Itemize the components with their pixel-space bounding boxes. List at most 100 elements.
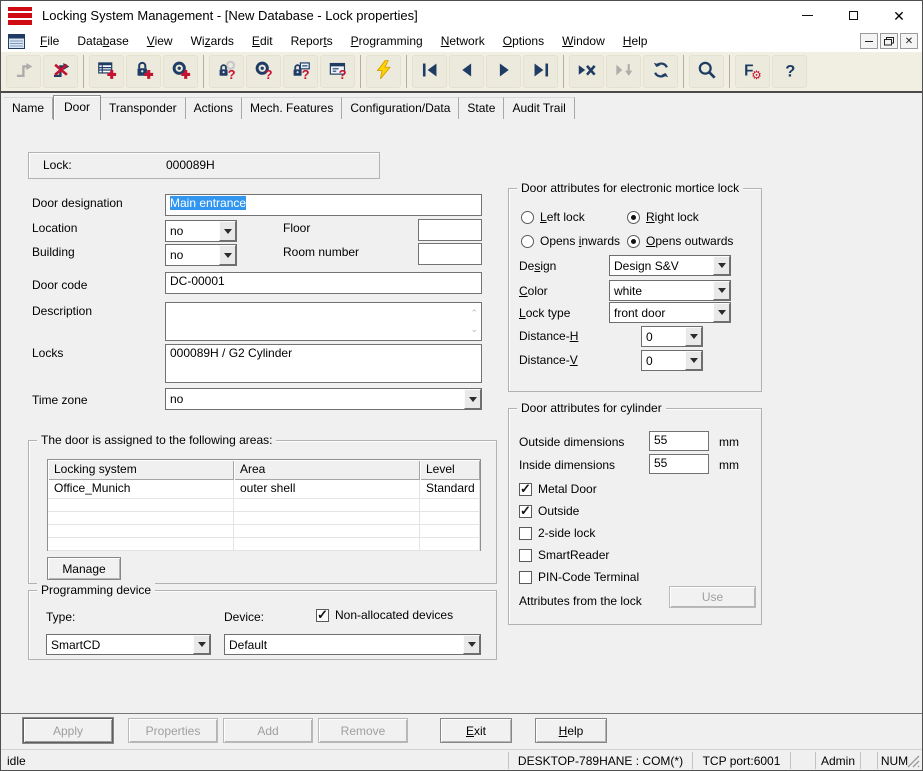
lock-frame: Lock: 000089H bbox=[28, 152, 380, 179]
chevron-down-icon[interactable] bbox=[685, 351, 702, 370]
toolbar-delete-record-button[interactable] bbox=[569, 55, 604, 88]
description-textarea[interactable]: ⌃ ⌄ bbox=[165, 302, 482, 341]
tab-door[interactable]: Door bbox=[53, 95, 101, 120]
time-zone-select[interactable]: no bbox=[165, 388, 482, 410]
toolbar-sort-records-button[interactable] bbox=[606, 55, 641, 88]
menu-file[interactable]: File bbox=[31, 32, 68, 50]
radio-right-lock[interactable]: Right lock bbox=[627, 210, 699, 224]
tab-mech-features[interactable]: Mech. Features bbox=[242, 97, 342, 119]
toolbar-filter-settings-button[interactable]: F⚙ bbox=[735, 55, 770, 88]
scroll-down-icon[interactable]: ⌄ bbox=[470, 325, 478, 334]
checkbox-2-side-lock[interactable]: 2-side lock bbox=[519, 526, 639, 540]
chevron-down-icon[interactable] bbox=[464, 389, 481, 409]
tab-actions[interactable]: Actions bbox=[186, 97, 242, 119]
tab-transponder[interactable]: Transponder bbox=[101, 97, 186, 119]
programming-device-select[interactable]: Default bbox=[224, 634, 481, 655]
add-button[interactable]: Add bbox=[223, 718, 313, 743]
location-select[interactable]: no bbox=[165, 220, 237, 242]
menu-edit[interactable]: Edit bbox=[243, 32, 282, 50]
tab-configuration-data[interactable]: Configuration/Data bbox=[342, 97, 459, 119]
door-code-input[interactable]: DC-00001 bbox=[165, 272, 482, 294]
menu-help[interactable]: Help bbox=[614, 32, 657, 50]
apply-button[interactable]: Apply bbox=[23, 718, 113, 743]
chevron-down-icon[interactable] bbox=[193, 635, 210, 654]
chevron-down-icon[interactable] bbox=[713, 281, 730, 300]
use-button[interactable]: Use bbox=[669, 586, 756, 608]
toolbar: ????F⚙? bbox=[1, 52, 922, 93]
toolbar-previous-record-button[interactable] bbox=[449, 55, 484, 88]
tab-name[interactable]: Name bbox=[4, 97, 53, 119]
chevron-down-icon[interactable] bbox=[463, 635, 480, 654]
checkbox-metal-door[interactable]: ✓Metal Door bbox=[519, 482, 639, 496]
close-button[interactable]: ✕ bbox=[876, 1, 922, 30]
programming-type-select[interactable]: SmartCD bbox=[46, 634, 211, 655]
toolbar-next-record-button[interactable] bbox=[486, 55, 521, 88]
color-select[interactable]: white bbox=[609, 280, 731, 301]
checkbox-outside[interactable]: ✓Outside bbox=[519, 504, 639, 518]
menu-network[interactable]: Network bbox=[432, 32, 494, 50]
locks-textarea[interactable]: 000089H / G2 Cylinder bbox=[165, 344, 482, 383]
toolbar-read-lock-button[interactable]: ? bbox=[209, 55, 244, 88]
toolbar-read-mifare-card-button[interactable]: ? bbox=[283, 55, 318, 88]
toolbar-help-button[interactable]: ? bbox=[772, 55, 807, 88]
lock-type-select[interactable]: front door bbox=[609, 302, 731, 323]
distance-v-select[interactable]: 0 bbox=[641, 350, 703, 371]
outside-dimensions-input[interactable]: 55 bbox=[649, 431, 709, 451]
exit-button[interactable]: Exit bbox=[440, 718, 512, 743]
properties-button[interactable]: Properties bbox=[128, 718, 218, 743]
minimize-button[interactable] bbox=[784, 1, 830, 30]
toolbar-new-lock-button[interactable] bbox=[126, 55, 161, 88]
table-row[interactable]: Office_Munichouter shellStandard bbox=[48, 480, 480, 499]
toolbar-new-locking-system-button[interactable] bbox=[89, 55, 124, 88]
scroll-up-icon[interactable]: ⌃ bbox=[470, 309, 478, 318]
toolbar-new-transponder-button[interactable] bbox=[163, 55, 198, 88]
menu-database[interactable]: Database bbox=[68, 32, 137, 50]
toolbar-last-record-button[interactable] bbox=[523, 55, 558, 88]
tab-audit-trail[interactable]: Audit Trail bbox=[504, 97, 574, 119]
toolbar-connect-button[interactable] bbox=[6, 55, 41, 88]
resize-grip[interactable] bbox=[907, 755, 920, 768]
menu-options[interactable]: Options bbox=[494, 32, 553, 50]
areas-column-header: Area bbox=[234, 460, 420, 480]
building-select[interactable]: no bbox=[165, 244, 237, 266]
menu-programming[interactable]: Programming bbox=[342, 32, 432, 50]
radio-left-lock[interactable]: Left lock bbox=[521, 210, 585, 224]
checkbox-smartreader[interactable]: SmartReader bbox=[519, 548, 639, 562]
toolbar-disconnect-button[interactable] bbox=[43, 55, 78, 88]
floor-input[interactable] bbox=[418, 219, 482, 241]
chevron-down-icon[interactable] bbox=[713, 256, 730, 275]
child-close-button[interactable]: ✕ bbox=[900, 33, 918, 49]
distance-h-select[interactable]: 0 bbox=[641, 326, 703, 347]
radio-opens-inwards[interactable]: Opens inwards bbox=[521, 234, 620, 248]
menu-view[interactable]: View bbox=[138, 32, 182, 50]
room-number-input[interactable] bbox=[418, 243, 482, 265]
child-minimize-button[interactable] bbox=[860, 33, 878, 49]
door-designation-input[interactable]: Main entrance bbox=[165, 194, 482, 216]
non-allocated-devices-checkbox[interactable]: ✓ Non-allocated devices bbox=[316, 608, 453, 622]
chevron-down-icon[interactable] bbox=[685, 327, 702, 346]
maximize-button[interactable] bbox=[830, 1, 876, 30]
toolbar-search-button[interactable] bbox=[689, 55, 724, 88]
tab-state[interactable]: State bbox=[459, 97, 504, 119]
toolbar-refresh-button[interactable] bbox=[643, 55, 678, 88]
status-cell-desktop-789hane-com: DESKTOP-789HANE : COM(*) bbox=[508, 752, 692, 769]
radio-opens-outwards[interactable]: Opens outwards bbox=[627, 234, 733, 248]
toolbar-program-button[interactable] bbox=[366, 55, 401, 88]
inside-dimensions-input[interactable]: 55 bbox=[649, 454, 709, 474]
help-button[interactable]: Help bbox=[535, 718, 607, 743]
menu-reports[interactable]: Reports bbox=[282, 32, 342, 50]
toolbar-read-network-button[interactable]: ? bbox=[320, 55, 355, 88]
toolbar-read-transponder-button[interactable]: ? bbox=[246, 55, 281, 88]
checkbox-pin-code-terminal[interactable]: PIN-Code Terminal bbox=[519, 570, 639, 584]
menu-wizards[interactable]: Wizards bbox=[182, 32, 243, 50]
child-restore-button[interactable] bbox=[880, 33, 898, 49]
design-select[interactable]: Design S&V bbox=[609, 255, 731, 276]
chevron-down-icon[interactable] bbox=[219, 221, 236, 241]
floor-label: Floor bbox=[283, 221, 310, 235]
remove-button[interactable]: Remove bbox=[318, 718, 408, 743]
toolbar-first-record-button[interactable] bbox=[412, 55, 447, 88]
manage-button[interactable]: Manage bbox=[47, 557, 121, 580]
chevron-down-icon[interactable] bbox=[219, 245, 236, 265]
menu-window[interactable]: Window bbox=[553, 32, 614, 50]
chevron-down-icon[interactable] bbox=[713, 303, 730, 322]
